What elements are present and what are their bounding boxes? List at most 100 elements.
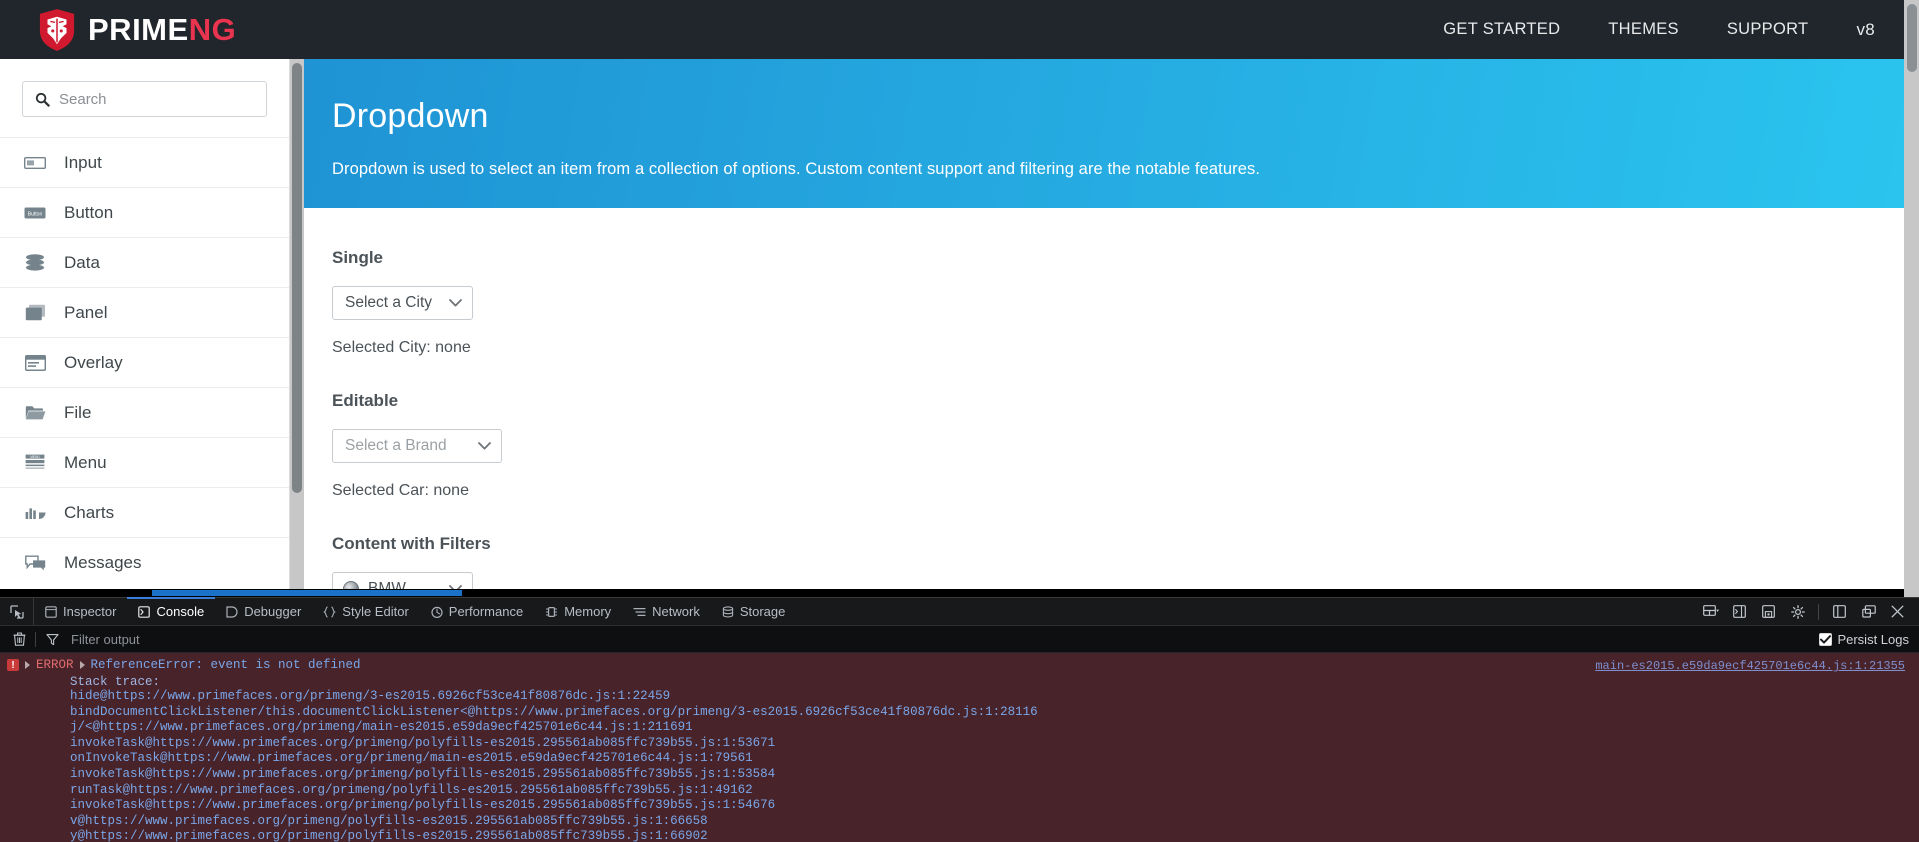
network-icon [633,606,646,618]
debugger-icon [226,605,238,618]
sidebar-item-charts[interactable]: Charts [0,487,289,537]
brand-wordmark-ng: NG [188,12,237,47]
devtools-toolbar-actions [1697,598,1919,625]
brand-wordmark-prime: PRIME [88,12,189,47]
nav-themes[interactable]: THEMES [1584,20,1703,39]
search-box[interactable] [22,81,267,117]
svg-text:MENU: MENU [30,455,40,459]
stack-trace-line[interactable]: j/<@https://www.primefaces.org/primeng/m… [0,720,1919,736]
sidebar-scrollbar-thumb[interactable] [292,63,302,493]
element-picker-icon[interactable] [0,598,34,625]
tab-network[interactable]: Network [622,598,711,625]
stack-trace-line[interactable]: bindDocumentClickListener/this.documentC… [0,705,1919,721]
braces-icon [323,605,337,618]
expand-arrow-icon[interactable] [25,661,30,669]
stack-trace-line[interactable]: hide@https://www.primefaces.org/primeng/… [0,689,1919,705]
section-title: Editable [332,391,399,410]
section-title: Content with Filters [332,534,491,553]
console-error-row[interactable]: ! ERROR ReferenceError: event is not def… [0,653,1919,673]
sidebar-item-panel[interactable]: Panel [0,287,289,337]
expand-message-arrow-icon[interactable] [79,661,85,669]
city-dropdown[interactable]: Select a City [332,286,473,320]
section-content-with-filters: Content with Filters BMW [332,534,1904,597]
tab-console[interactable]: Console [127,597,215,625]
filter-output-input[interactable] [71,631,371,647]
screenshot-button[interactable] [1755,598,1782,626]
tab-debugger[interactable]: Debugger [215,598,312,625]
inspector-icon [45,605,57,618]
brand-logo[interactable]: PRIMENG [38,8,236,52]
stack-trace-line[interactable]: invokeTask@https://www.primefaces.org/pr… [0,798,1919,814]
page-scrollbar[interactable] [1904,0,1919,597]
brand-dropdown[interactable]: Select a Brand [332,429,502,463]
page-scrollbar-thumb[interactable] [1907,4,1917,72]
persist-logs-label: Persist Logs [1837,631,1909,647]
settings-button[interactable] [1784,598,1811,626]
stack-trace-line[interactable]: onInvokeTask@https://www.primefaces.org/… [0,751,1919,767]
tab-performance[interactable]: Performance [420,598,534,625]
toolbar-divider [1818,603,1819,620]
search-input[interactable] [59,90,266,108]
trash-icon[interactable] [7,632,31,646]
nav-get-started[interactable]: GET STARTED [1419,20,1584,39]
main-content: Dropdown Dropdown is used to select an i… [304,59,1904,597]
tab-label: Memory [564,604,612,619]
brand-dropdown-value: Select a Brand [345,437,447,454]
horizontal-scrollbar[interactable] [0,589,1904,597]
sidebar-item-menu[interactable]: MENU Menu [0,437,289,487]
error-badge-icon: ! [7,659,19,671]
brand-wordmark: PRIMENG [88,14,236,45]
stack-trace-line[interactable]: invokeTask@https://www.primefaces.org/pr… [0,767,1919,783]
error-message: ReferenceError: event is not defined [90,658,361,672]
stack-trace-line[interactable]: runTask@https://www.primefaces.org/prime… [0,783,1919,799]
dock-separate-window-button[interactable] [1855,598,1882,626]
console-output[interactable]: ! ERROR ReferenceError: event is not def… [0,653,1919,842]
primeng-shield-logo-icon [39,8,75,51]
sidebar-item-messages[interactable]: Messages [0,537,289,587]
storage-icon [722,605,734,618]
checkmark-icon [1820,634,1832,644]
sidebar-item-input[interactable]: Input [0,137,289,187]
tab-label: Debugger [244,604,302,619]
sidebar-item-label: Button [64,202,114,222]
sidebar-item-overlay[interactable]: Overlay [0,337,289,387]
sidebar-item-label: Charts [64,502,115,522]
sidebar-scrollbar[interactable] [290,59,304,597]
tab-style-editor[interactable]: Style Editor [312,598,419,625]
persist-logs-toggle[interactable]: Persist Logs [1819,632,1919,647]
tab-label: Style Editor [342,604,409,619]
database-stack-icon [22,252,48,274]
horizontal-scrollbar-thumb[interactable] [152,590,462,596]
split-console-button[interactable] [1726,598,1753,626]
top-nav-links: GET STARTED THEMES SUPPORT v8 [1419,20,1885,40]
responsive-design-mode-button[interactable] [1697,598,1724,626]
speech-bubble-icon [22,552,48,574]
folder-icon [22,402,48,424]
tab-storage[interactable]: Storage [711,598,797,625]
stack-trace-lines: hide@https://www.primefaces.org/primeng/… [0,689,1919,842]
funnel-icon[interactable] [40,633,64,646]
section-title: Single [332,248,384,267]
stack-trace-line[interactable]: y@https://www.primefaces.org/primeng/pol… [0,829,1919,842]
sidebar-item-button[interactable]: Button Button [0,187,289,237]
nav-version[interactable]: v8 [1832,20,1885,40]
close-devtools-button[interactable] [1884,598,1911,626]
error-source-link[interactable]: main-es2015.e59da9ecf425701e6c44.js:1:21… [1595,659,1905,673]
stack-trace-line[interactable]: v@https://www.primefaces.org/primeng/pol… [0,814,1919,830]
sidebar-search-wrap [0,59,289,137]
sidebar: Input Button Button Data Panel [0,59,290,597]
top-navbar: PRIMENG GET STARTED THEMES SUPPORT v8 [0,0,1919,59]
tab-memory[interactable]: Memory [534,598,622,625]
dock-side-button[interactable] [1826,598,1853,626]
stack-trace-line[interactable]: invokeTask@https://www.primefaces.org/pr… [0,736,1919,752]
persist-logs-checkbox[interactable] [1819,632,1833,646]
nav-support[interactable]: SUPPORT [1703,20,1833,39]
error-level-label: ERROR [36,658,74,672]
sidebar-item-file[interactable]: File [0,387,289,437]
sidebar-item-data[interactable]: Data [0,237,289,287]
tab-inspector[interactable]: Inspector [34,598,127,625]
tab-label: Network [652,604,700,619]
button-icon: Button [22,202,48,224]
content-body: Single Select a City Selected City: none… [304,208,1904,597]
filterbar-divider [35,631,36,647]
